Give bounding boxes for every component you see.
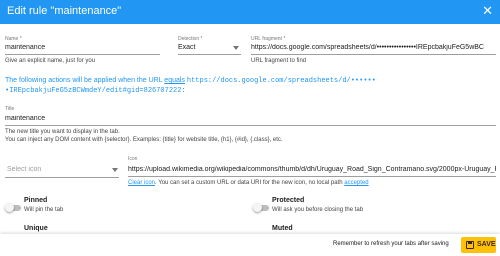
pinned-toggle-knob[interactable] [5, 203, 14, 212]
name-input-underline [5, 54, 160, 55]
title-input-underline [5, 125, 496, 126]
dialog-title: Edit rule "maintenance" [7, 5, 122, 17]
muted-title: Muted [272, 225, 293, 232]
floppy-disk-icon [466, 241, 474, 249]
url-fragment-help: URL fragment to find [251, 58, 307, 64]
applied-url-line2: •IREpcbakjuFeG5zBCWmdeY/edit#gid=8267072… [5, 87, 186, 95]
applied-notice-text: The following actions will be applied wh… [5, 77, 163, 84]
chevron-down-icon[interactable] [112, 168, 118, 172]
icon-url-underline [128, 176, 496, 177]
icon-field-label: Icon [128, 156, 138, 162]
url-fragment-input[interactable]: https://docs.google.com/spreadsheets/d/•… [251, 44, 496, 51]
equals-link[interactable]: equals [164, 77, 185, 84]
name-field-label: Name * [5, 36, 22, 42]
save-button-label: SAVE [477, 241, 496, 248]
chevron-down-icon[interactable] [233, 46, 239, 50]
refresh-reminder: Remember to refresh your tabs after savi… [333, 241, 449, 247]
protected-title: Protected [272, 197, 305, 204]
title-input[interactable]: maintenance [5, 115, 496, 122]
icon-url-input[interactable]: https://upload.wikimedia.org/wikipedia/c… [128, 166, 496, 173]
applied-notice: The following actions will be applied wh… [5, 77, 376, 85]
detection-field-label: Detection * [178, 36, 203, 42]
title-help-line1: The new title you want to display in the… [5, 129, 120, 135]
protected-toggle-knob[interactable] [253, 203, 262, 212]
close-icon[interactable]: ✕ [482, 3, 493, 19]
dialog-title-bar: Edit rule "maintenance" ✕ [0, 0, 500, 24]
url-fragment-label: URL fragment * [251, 36, 286, 42]
accepted-link[interactable]: accepted [344, 180, 368, 186]
icon-select-underline [5, 177, 119, 178]
applied-url-line1: https://docs.google.com/spreadsheets/d/•… [186, 77, 376, 85]
protected-toggle[interactable] [253, 203, 269, 212]
icon-help-text: . You can set a custom URL or data URI f… [155, 180, 343, 186]
detection-select[interactable]: Exact [178, 44, 228, 51]
icon-select[interactable]: Select icon [7, 166, 107, 173]
unique-title: Unique [24, 225, 48, 232]
pinned-title: Pinned [24, 197, 48, 204]
clear-icon-link[interactable]: Clear icon [128, 180, 155, 186]
detection-select-underline [178, 54, 241, 55]
title-field-label: Title [5, 106, 15, 112]
name-input[interactable]: maintenance [5, 44, 160, 51]
url-fragment-underline [251, 54, 496, 55]
name-field-help: Give an explicit name, just for you [5, 58, 96, 64]
protected-desc: Will ask you before closing the tab [272, 207, 364, 213]
dialog-footer: Remember to refresh your tabs after savi… [0, 234, 500, 256]
title-help-line2: You can inject any DOM content with {sel… [5, 137, 283, 143]
save-button[interactable]: SAVE [461, 237, 496, 253]
icon-help: Clear icon. You can set a custom URL or … [128, 180, 369, 186]
pinned-desc: Will pin the tab [24, 207, 64, 213]
pinned-toggle[interactable] [5, 203, 21, 212]
